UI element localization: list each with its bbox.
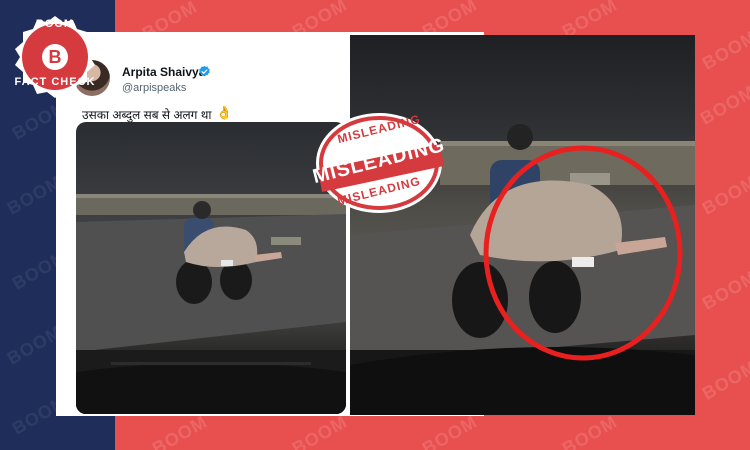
logo-fact-check-text: FACT CHECK	[14, 76, 96, 88]
verified-badge-icon	[199, 65, 210, 76]
ok-hand-emoji: 👌	[216, 105, 233, 120]
author-handle[interactable]: @arpispeaks	[122, 82, 186, 94]
tweet-photo[interactable]	[76, 122, 346, 414]
logo-boom-text: BOOM	[35, 18, 75, 30]
author-name[interactable]: Arpita Shaivya	[122, 65, 205, 79]
misleading-stamp: MISLEADING MISLEADING MISLEADING	[310, 108, 448, 218]
zoomed-photo[interactable]	[350, 35, 695, 415]
tweet-text: उसका अब्दुल सब से अलग था	[82, 108, 212, 122]
boom-fact-check-logo[interactable]: BOOM B FACT CHECK	[12, 14, 98, 100]
motorcycle-scene	[76, 194, 346, 414]
motorcycle-closeup-scene	[350, 124, 695, 415]
logo-b-mark: B	[42, 44, 68, 70]
